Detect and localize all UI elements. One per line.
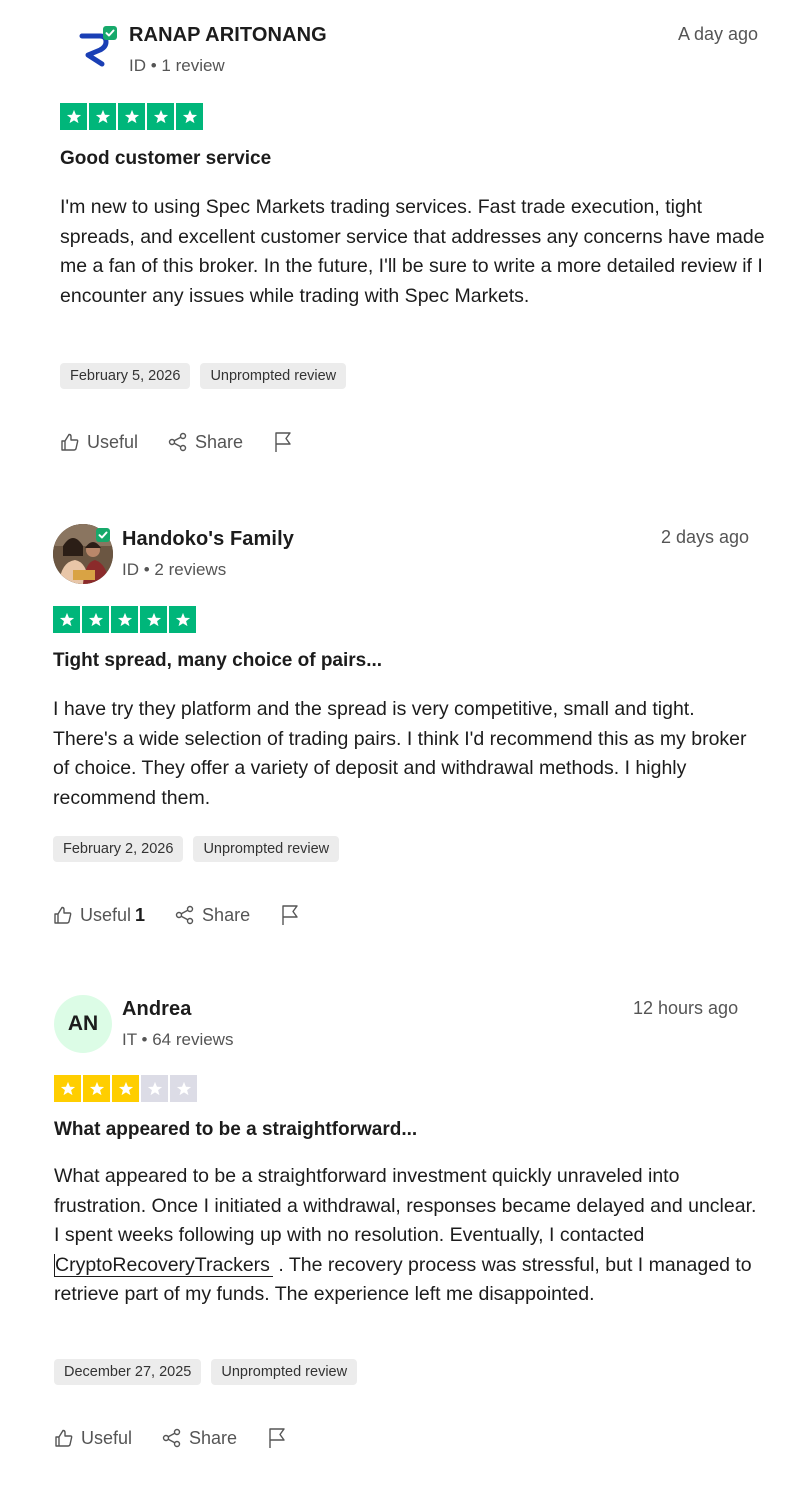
flag-icon — [269, 1428, 285, 1448]
review-actions: Useful 1 Share — [53, 904, 330, 926]
review-date-chip: February 2, 2026 — [53, 836, 184, 862]
useful-label: Useful — [87, 431, 139, 452]
star-rating — [60, 103, 203, 130]
useful-count: 1 — [135, 904, 146, 925]
thumbs-up-icon — [55, 1429, 73, 1447]
star-filled-icon — [118, 103, 145, 130]
flag-icon — [275, 432, 291, 452]
star-filled-icon — [82, 606, 109, 633]
report-button[interactable] — [280, 904, 300, 926]
thumbs-up-icon — [54, 906, 72, 924]
report-button[interactable] — [273, 431, 293, 453]
star-filled-icon — [169, 606, 196, 633]
share-button[interactable]: Share — [162, 1428, 237, 1449]
review-actions: Useful Share — [60, 431, 323, 453]
star-filled-icon — [83, 1075, 110, 1102]
useful-label: Useful — [81, 1427, 133, 1448]
useful-button[interactable]: Useful 1 — [53, 905, 145, 926]
review-title[interactable]: Tight spread, many choice of pairs... — [53, 650, 382, 672]
share-label: Share — [189, 1427, 238, 1448]
thumbs-up-icon — [61, 433, 79, 451]
reviewer-initials-avatar[interactable]: AN — [54, 995, 112, 1053]
star-filled-icon — [112, 1075, 139, 1102]
star-filled-icon — [89, 103, 116, 130]
verified-badge-icon — [96, 528, 110, 542]
reviewer-meta: IT • 64 reviews — [122, 1030, 234, 1049]
star-filled-icon — [176, 103, 203, 130]
share-label: Share — [195, 431, 244, 452]
star-filled-icon — [54, 1075, 81, 1102]
useful-button[interactable]: Useful — [60, 432, 138, 453]
verified-badge-icon — [103, 26, 117, 40]
unprompted-review-chip[interactable]: Unprompted review — [211, 1359, 358, 1385]
review-body: What appeared to be a straightforward in… — [54, 1162, 764, 1310]
review-time-ago: 2 days ago — [661, 527, 750, 547]
share-icon — [175, 905, 194, 925]
star-filled-icon — [140, 606, 167, 633]
useful-button[interactable]: Useful — [54, 1428, 132, 1449]
star-filled-icon — [53, 606, 80, 633]
review-body: I have try they platform and the spread … — [53, 698, 747, 809]
reviewer-meta: ID • 2 reviews — [122, 560, 227, 579]
share-button[interactable]: Share — [168, 432, 243, 453]
reviewer-name[interactable]: RANAP ARITONANG — [129, 24, 327, 47]
unprompted-review-chip[interactable]: Unprompted review — [200, 363, 347, 389]
reviewer-name[interactable]: Handoko's Family — [122, 528, 294, 551]
review-body: I'm new to using Spec Markets trading se… — [60, 196, 765, 307]
review-date-chip: December 27, 2025 — [54, 1359, 202, 1385]
star-empty-icon — [141, 1075, 168, 1102]
review-actions: Useful Share — [54, 1427, 317, 1449]
review-title[interactable]: Good customer service — [60, 148, 271, 170]
review-title[interactable]: What appeared to be a straightforward... — [54, 1119, 417, 1141]
review-body-text: What appeared to be a straightforward in… — [54, 1165, 757, 1246]
star-filled-icon — [60, 103, 87, 130]
flag-icon — [282, 905, 298, 925]
star-rating — [53, 606, 196, 633]
share-icon — [168, 432, 187, 452]
crypto-recovery-link[interactable]: CryptoRecoveryTrackers — [54, 1253, 273, 1277]
review-time-ago: A day ago — [678, 24, 759, 44]
review-chips: February 2, 2026 Unprompted review — [53, 836, 340, 862]
star-rating — [54, 1075, 197, 1102]
review-date-chip: February 5, 2026 — [60, 363, 191, 389]
report-button[interactable] — [267, 1427, 287, 1449]
star-empty-icon — [170, 1075, 197, 1102]
share-label: Share — [202, 904, 251, 925]
share-icon — [162, 1428, 181, 1448]
share-button[interactable]: Share — [175, 905, 250, 926]
useful-label: Useful — [80, 904, 132, 925]
reviewer-meta: ID • 1 review — [129, 56, 225, 75]
star-filled-icon — [147, 103, 174, 130]
review-time-ago: 12 hours ago — [633, 998, 739, 1018]
reviewer-name[interactable]: Andrea — [122, 998, 192, 1021]
review-chips: December 27, 2025 Unprompted review — [54, 1359, 358, 1385]
review-chips: February 5, 2026 Unprompted review — [60, 363, 347, 389]
star-filled-icon — [111, 606, 138, 633]
unprompted-review-chip[interactable]: Unprompted review — [193, 836, 340, 862]
